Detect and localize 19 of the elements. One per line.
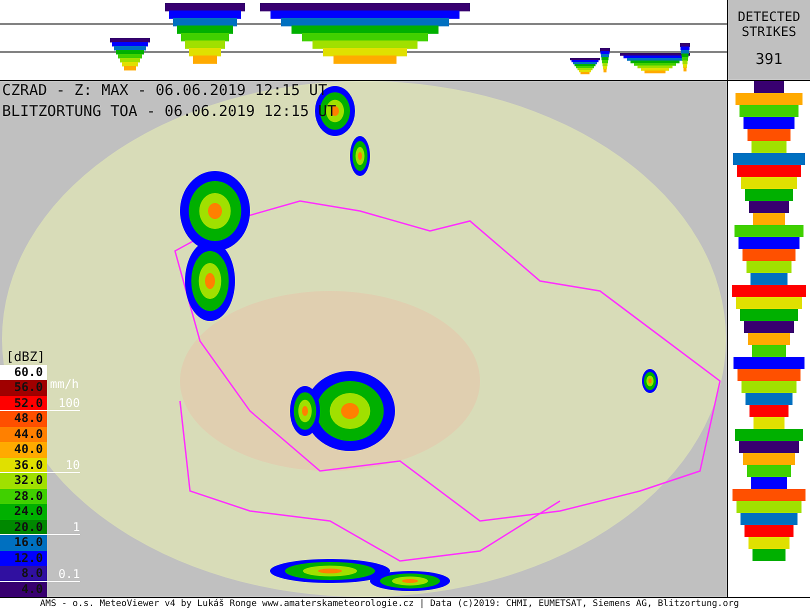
legend-entry: 40.0 <box>0 442 47 458</box>
footer-credits: AMS - o.s. MeteoViewer v4 by Lukáš Ronge www.amaterskameteorologie.cz | Data (c)2019: CHMI, EUMETSAT, Siemens AG, Blitzortung.org <box>0 597 810 610</box>
strikes-count: 391 <box>755 50 783 68</box>
legend-entry: 44.0 <box>0 426 47 442</box>
lightning-product-title: BLITZORTUNG TOA - 06.06.2019 12:15 UT <box>2 102 336 121</box>
legend-entry: 24.0 <box>0 504 47 520</box>
legend-entry: 8.0 <box>0 566 47 582</box>
rain-unit: mm/h <box>50 378 79 391</box>
legend-entry: 60.0 <box>0 364 47 380</box>
legend-unit: [dBZ] <box>5 350 46 364</box>
radar-product-title: CZRAD - Z: MAX - 06.06.2019 12:15 UT <box>2 81 328 100</box>
legend-entry: 32.0 <box>0 473 47 488</box>
legend-entry: 28.0 <box>0 488 47 504</box>
legend-entry: 16.0 <box>0 535 47 550</box>
legend-entry: 12.0 <box>0 550 47 566</box>
legend-entry: 48.0 <box>0 411 47 426</box>
legend-entry: 56.0 <box>0 380 47 396</box>
strikes-label: DETECTED STRIKES <box>736 10 802 40</box>
legend-entry: 4.0 <box>0 582 47 597</box>
